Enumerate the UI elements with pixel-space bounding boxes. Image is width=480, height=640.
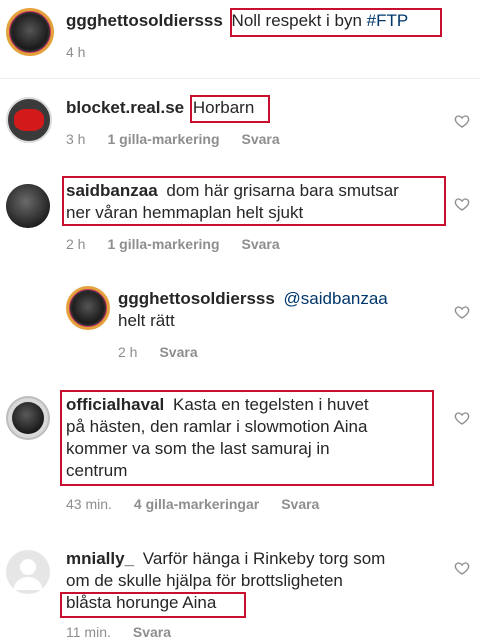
comment-item: blocket.real.se Horbarn 3 h1 gilla-marke… [0, 85, 480, 165]
reply-button[interactable]: Svara [281, 496, 319, 512]
reply-button[interactable]: Svara [133, 624, 171, 640]
avatar[interactable] [6, 97, 52, 143]
reply-button[interactable]: Svara [242, 236, 280, 252]
reply-item: ggghettosoldiersss @saidbanzaa helt rätt… [0, 280, 480, 370]
comment-text: Varför hänga i Rinkeby torg som [142, 549, 386, 568]
likes-count[interactable]: 1 gilla-markering [107, 236, 219, 252]
heart-outline-icon[interactable] [454, 304, 470, 320]
reply-button[interactable]: Svara [159, 344, 197, 360]
default-avatar-icon [13, 559, 43, 590]
heart-outline-icon[interactable] [454, 196, 470, 212]
comment-meta: 43 min. 4 gilla-markeringar Svara [66, 496, 319, 512]
avatar[interactable] [6, 550, 50, 594]
username[interactable]: blocket.real.se [66, 98, 184, 117]
comment-item: mnially_ Varför hänga i Rinkeby torg som… [0, 542, 480, 640]
username[interactable]: ggghettosoldiersss [66, 11, 223, 30]
heart-outline-icon[interactable] [454, 560, 470, 576]
avatar[interactable] [66, 286, 110, 330]
avatar[interactable] [6, 8, 54, 56]
timestamp: 11 min. [66, 624, 111, 640]
likes-count[interactable]: 4 gilla-markeringar [134, 496, 259, 512]
heart-outline-icon[interactable] [454, 113, 470, 129]
highlight-box [60, 592, 246, 618]
timestamp: 2 h [66, 236, 86, 252]
highlight-box [60, 390, 434, 486]
username[interactable]: ggghettosoldiersss [118, 289, 275, 308]
avatar[interactable] [6, 396, 50, 440]
comment-meta: 2 h Svara [118, 344, 198, 360]
heart-outline-icon[interactable] [454, 410, 470, 426]
timestamp: 2 h [118, 344, 138, 360]
comment-meta: 11 min. Svara [66, 624, 171, 640]
mention-link[interactable]: @saidbanzaa [284, 289, 388, 308]
timestamp: 43 min. [66, 496, 112, 512]
caption-comment: ggghettosoldiersss Noll respekt i byn #F… [0, 0, 480, 80]
highlight-box [230, 8, 442, 37]
comment-text: helt rätt [118, 311, 175, 330]
comment-item: saidbanzaa dom här grisarna bara smutsar… [0, 172, 480, 267]
likes-count[interactable]: 1 gilla-markering [107, 131, 219, 147]
reply-button[interactable]: Svara [242, 131, 280, 147]
comment-meta: 4 h [66, 44, 85, 60]
divider [0, 78, 480, 79]
timestamp: 3 h [66, 131, 86, 147]
timestamp: 4 h [66, 44, 86, 60]
highlight-box [62, 176, 446, 226]
highlight-box [190, 95, 270, 123]
comment-body: ggghettosoldiersss @saidbanzaa helt rätt [118, 288, 438, 332]
comment-item: officialhaval Kasta en tegelsten i huvet… [0, 388, 480, 528]
avatar[interactable] [6, 184, 50, 228]
comment-meta: 3 h 1 gilla-markering Svara [66, 131, 280, 147]
comment-meta: 2 h 1 gilla-markering Svara [66, 236, 280, 252]
username[interactable]: mnially_ [66, 549, 134, 568]
comment-text: om de skulle hjälpa för brottsligheten [66, 571, 343, 590]
